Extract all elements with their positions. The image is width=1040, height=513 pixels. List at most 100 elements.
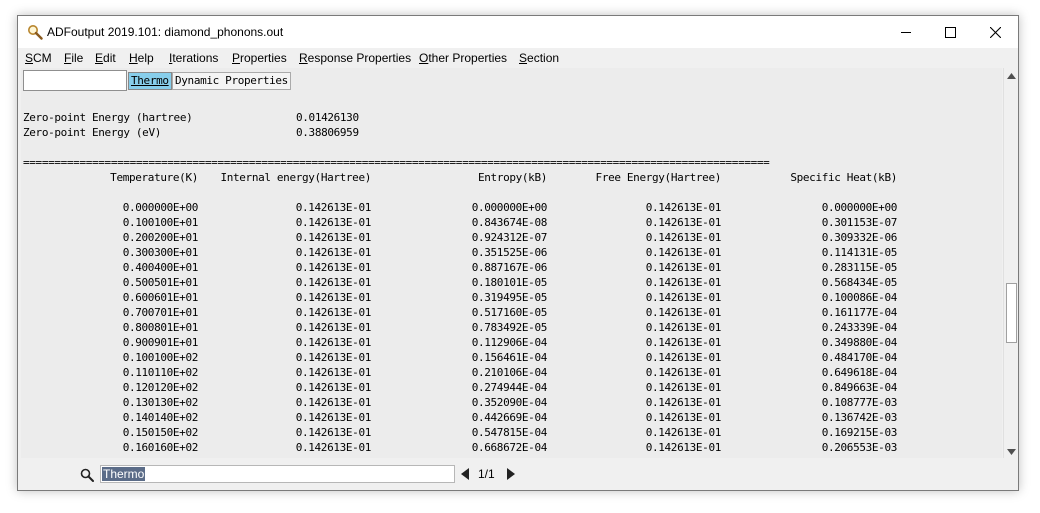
table-cell: 0.568434E-05 <box>821 276 898 289</box>
table-cell: 0.142613E-01 <box>295 426 372 439</box>
find-previous-button[interactable] <box>460 468 470 480</box>
table-cell: 0.142613E-01 <box>645 351 722 364</box>
table-cell: 0.136742E-03 <box>821 411 898 424</box>
menu-section-rest: ection <box>527 51 560 65</box>
table-cell: 0.351525E-06 <box>471 246 548 259</box>
table-cell: 0.924312E-07 <box>471 231 548 244</box>
minimize-button[interactable] <box>883 16 928 48</box>
scroll-up-button[interactable] <box>1004 68 1019 82</box>
table-cell: 0.142613E-01 <box>645 306 722 319</box>
menu-iterations[interactable]: Iterations <box>169 51 218 65</box>
table-cell: 0.843674E-08 <box>471 216 548 229</box>
table-cell: 0.114131E-05 <box>821 246 898 259</box>
close-button[interactable] <box>973 16 1018 48</box>
maximize-icon <box>945 26 956 38</box>
scroll-up-icon <box>1007 68 1016 82</box>
table-cell: 0.169215E-03 <box>821 426 898 439</box>
table-cell: 0.142613E-01 <box>645 246 722 259</box>
zpe-hartree-label: Zero-point Energy (hartree) <box>23 111 193 124</box>
table-cell: 0.210106E-04 <box>471 366 548 379</box>
menu-bar: SCM File Edit Help Iterations Properties… <box>18 48 1018 68</box>
maximize-button[interactable] <box>928 16 973 48</box>
table-header-col-5: Specific Heat(kB) <box>790 171 897 184</box>
table-cell: 0.142613E-01 <box>295 291 372 304</box>
magnifier-app-icon <box>27 24 43 40</box>
table-cell: 0.142613E-01 <box>645 411 722 424</box>
tab-thermo[interactable]: Thermo <box>128 72 172 90</box>
find-next-button[interactable] <box>506 468 516 480</box>
menu-file[interactable]: File <box>64 51 83 65</box>
menu-other-properties[interactable]: Other Properties <box>419 51 507 65</box>
section-filter-input[interactable] <box>23 70 127 91</box>
table-cell: 0.142613E-01 <box>295 441 372 454</box>
table-cell: 0.156461E-04 <box>471 351 548 364</box>
menu-section[interactable]: Section <box>519 51 559 65</box>
table-cell: 0.142613E-01 <box>645 336 722 349</box>
zpe-ev-value: 0.38806959 <box>296 126 359 139</box>
menu-help-rest: elp <box>137 51 154 65</box>
output-text-area[interactable]: Thermo Dynamic Properties Zero-point Ene… <box>21 68 1002 458</box>
table-cell: 0.142613E-01 <box>295 381 372 394</box>
table-cell: 0.120120E+02 <box>122 381 199 394</box>
table-cell: 0.142613E-01 <box>295 201 372 214</box>
table-cell: 0.110110E+02 <box>122 366 199 379</box>
table-header-col-3: Entropy(kB) <box>478 171 547 184</box>
menu-help[interactable]: Help <box>129 51 154 65</box>
table-cell: 0.142613E-01 <box>645 231 722 244</box>
table-cell: 0.142613E-01 <box>645 441 722 454</box>
table-cell: 0.142613E-01 <box>295 261 372 274</box>
menu-properties[interactable]: Properties <box>232 51 287 65</box>
table-cell: 0.200200E+01 <box>122 231 199 244</box>
table-cell: 0.160160E+02 <box>122 441 199 454</box>
menu-other-properties-rest: ther Properties <box>428 51 508 65</box>
menu-scm[interactable]: SCM <box>25 51 52 65</box>
table-cell: 0.352090E-04 <box>471 396 548 409</box>
table-cell: 0.484170E-04 <box>821 351 898 364</box>
vertical-scrollbar[interactable] <box>1003 68 1018 458</box>
table-cell: 0.142613E-01 <box>645 201 722 214</box>
table-cell: 0.142613E-01 <box>295 276 372 289</box>
tab-dynamic-properties[interactable]: Dynamic Properties <box>172 72 291 90</box>
menu-iterations-rest: terations <box>172 51 219 65</box>
table-cell: 0.274944E-04 <box>471 381 548 394</box>
table-cell: 0.100100E+02 <box>122 351 199 364</box>
table-cell: 0.301153E-07 <box>821 216 898 229</box>
scroll-down-icon <box>1007 444 1016 458</box>
table-cell: 0.108777E-03 <box>821 396 898 409</box>
zpe-ev-label: Zero-point Energy (eV) <box>23 126 161 139</box>
table-cell: 0.142613E-01 <box>295 351 372 364</box>
page-indicator: 1/1 <box>478 467 495 481</box>
zpe-hartree-value: 0.01426130 <box>296 111 359 124</box>
table-cell: 0.142613E-01 <box>295 396 372 409</box>
scroll-down-button[interactable] <box>1004 444 1019 458</box>
table-cell: 0.300300E+01 <box>122 246 199 259</box>
table-cell: 0.849663E-04 <box>821 381 898 394</box>
table-cell: 0.442669E-04 <box>471 411 548 424</box>
table-header-col-2: Internal energy(Hartree) <box>220 171 371 184</box>
menu-edit-rest: dit <box>103 51 116 65</box>
table-cell: 0.349880E-04 <box>821 336 898 349</box>
table-cell: 0.142613E-01 <box>645 261 722 274</box>
table-cell: 0.309332E-06 <box>821 231 898 244</box>
menu-response-properties[interactable]: Response Properties <box>299 51 411 65</box>
menu-edit[interactable]: Edit <box>95 51 116 65</box>
find-bar: Thermo 1/1 <box>18 460 1018 490</box>
table-cell: 0.206553E-03 <box>821 441 898 454</box>
table-cell: 0.142613E-01 <box>295 366 372 379</box>
app-window: ADFoutput 2019.101: diamond_phonons.out … <box>17 15 1019 491</box>
close-icon <box>990 26 1001 38</box>
triangle-left-icon <box>461 468 469 480</box>
table-cell: 0.142613E-01 <box>295 246 372 259</box>
table-cell: 0.517160E-05 <box>471 306 548 319</box>
scroll-thumb[interactable] <box>1006 283 1017 343</box>
find-input[interactable]: Thermo <box>100 465 455 483</box>
menu-properties-rest: roperties <box>240 51 287 65</box>
table-cell: 0.150150E+02 <box>122 426 199 439</box>
table-cell: 0.700701E+01 <box>122 306 199 319</box>
table-cell: 0.130130E+02 <box>122 396 199 409</box>
minimize-icon <box>900 27 911 37</box>
table-cell: 0.142613E-01 <box>645 426 722 439</box>
table-cell: 0.142613E-01 <box>295 336 372 349</box>
table-cell: 0.600601E+01 <box>122 291 199 304</box>
table-cell: 0.668672E-04 <box>471 441 548 454</box>
